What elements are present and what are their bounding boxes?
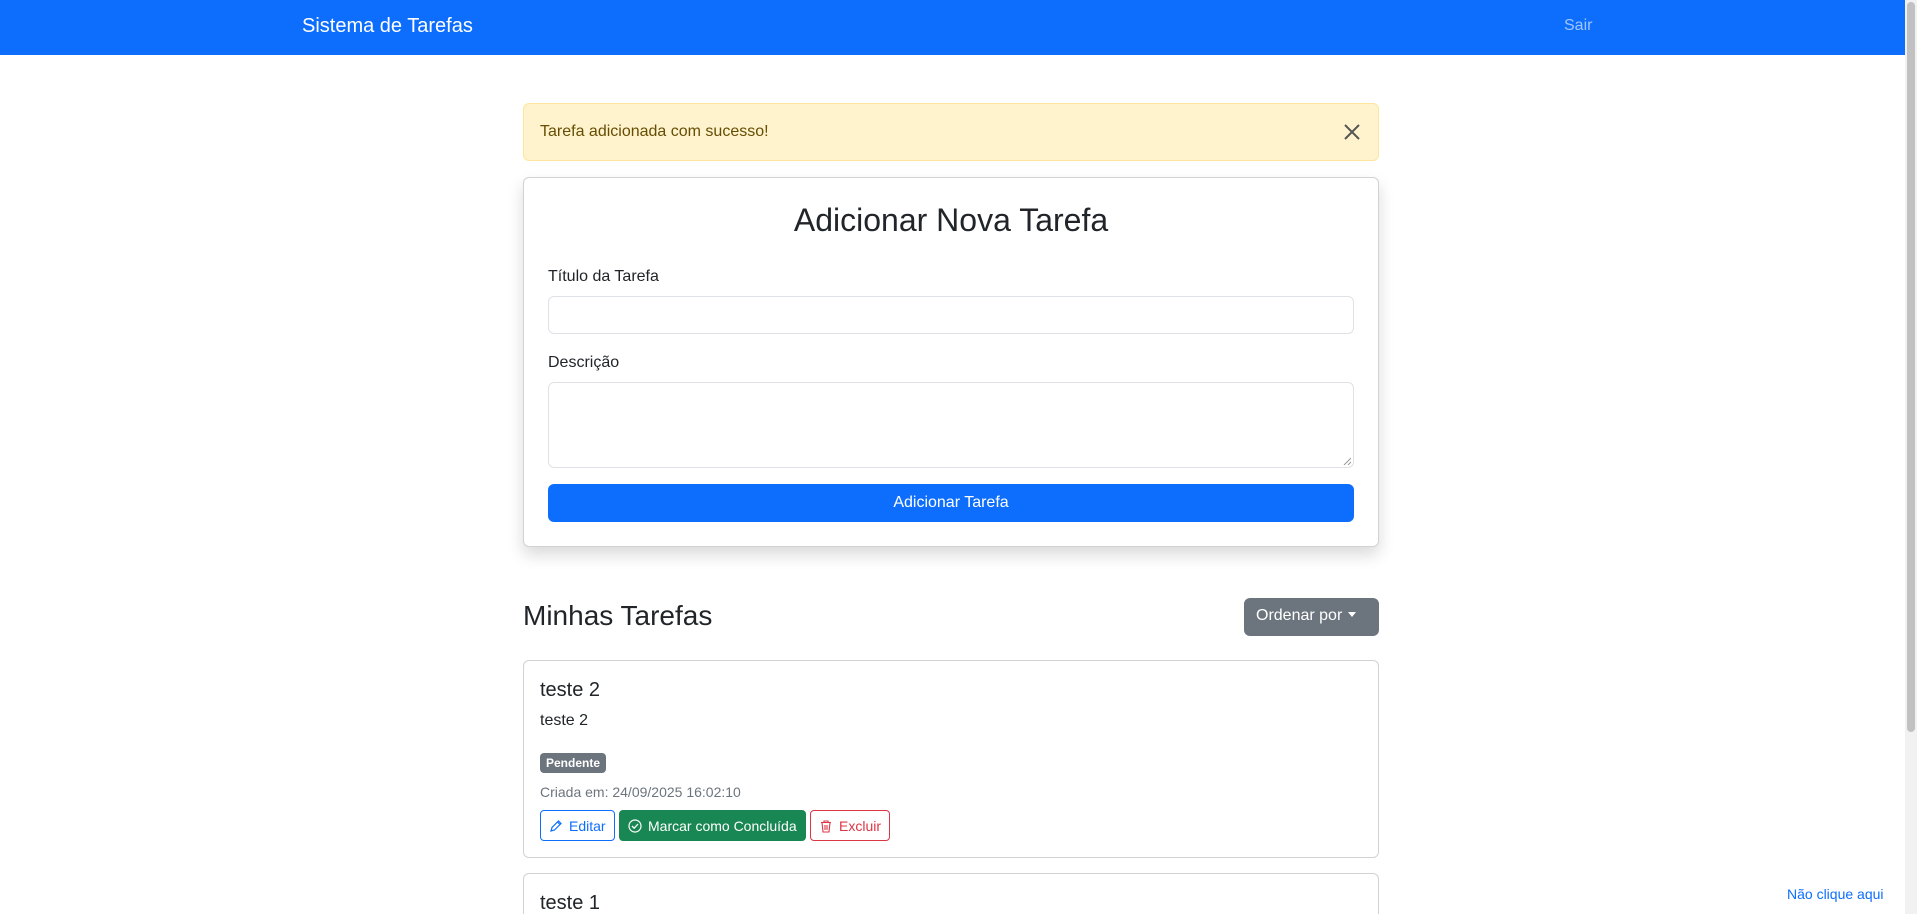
edit-label: Editar bbox=[569, 817, 606, 834]
mark-complete-button[interactable]: Marcar como Concluída bbox=[619, 810, 806, 841]
brand-title[interactable]: Sistema de Tarefas bbox=[302, 15, 473, 38]
scrollbar[interactable] bbox=[1905, 0, 1917, 914]
task-title: teste 2 bbox=[540, 679, 601, 701]
description-label: Descrição bbox=[548, 354, 620, 371]
tasks-section-title: Minhas Tarefas bbox=[523, 600, 713, 631]
task-created-date: Criada em: 24/09/2025 16:02:10 bbox=[540, 784, 741, 800]
check-circle-icon bbox=[628, 818, 642, 833]
edit-button[interactable]: Editar bbox=[540, 810, 615, 841]
footer-link[interactable]: Não clique aqui bbox=[1787, 886, 1884, 902]
status-badge: Pendente bbox=[540, 753, 607, 773]
add-task-button[interactable]: Adicionar Tarefa bbox=[548, 484, 1354, 522]
title-label: Título da Tarefa bbox=[548, 268, 659, 285]
delete-button[interactable]: Excluir bbox=[810, 810, 891, 841]
alert-message: Tarefa adicionada com sucesso! bbox=[540, 123, 769, 140]
form-title: Adicionar Nova Tarefa bbox=[793, 202, 1109, 238]
pencil-icon bbox=[550, 819, 562, 832]
delete-label: Excluir bbox=[839, 817, 882, 834]
success-alert: Tarefa adicionada com sucesso! bbox=[523, 103, 1379, 161]
sort-dropdown-button[interactable]: Ordenar por bbox=[1244, 598, 1379, 636]
task-description: teste 2 bbox=[540, 712, 589, 729]
scrollbar-thumb[interactable] bbox=[1907, 2, 1915, 732]
task-card: teste 2 teste 2 Pendente Criada em: 24/0… bbox=[523, 660, 1379, 858]
caret-down-icon bbox=[1348, 612, 1357, 617]
title-input[interactable] bbox=[548, 296, 1354, 334]
add-task-card: Adicionar Nova Tarefa Título da Tarefa D… bbox=[523, 177, 1379, 547]
sort-label: Ordenar por bbox=[1256, 607, 1343, 624]
logout-link[interactable]: Sair bbox=[1564, 17, 1592, 35]
close-icon[interactable] bbox=[1342, 122, 1362, 142]
description-textarea[interactable] bbox=[548, 382, 1354, 468]
mark-complete-label: Marcar como Concluída bbox=[648, 817, 797, 834]
resize-grip-icon[interactable] bbox=[1343, 457, 1351, 465]
task-card: teste 1 bbox=[523, 873, 1379, 914]
task-title: teste 1 bbox=[540, 892, 601, 914]
navbar: Sistema de Tarefas Sair bbox=[0, 0, 1905, 55]
trash-icon bbox=[821, 819, 831, 833]
